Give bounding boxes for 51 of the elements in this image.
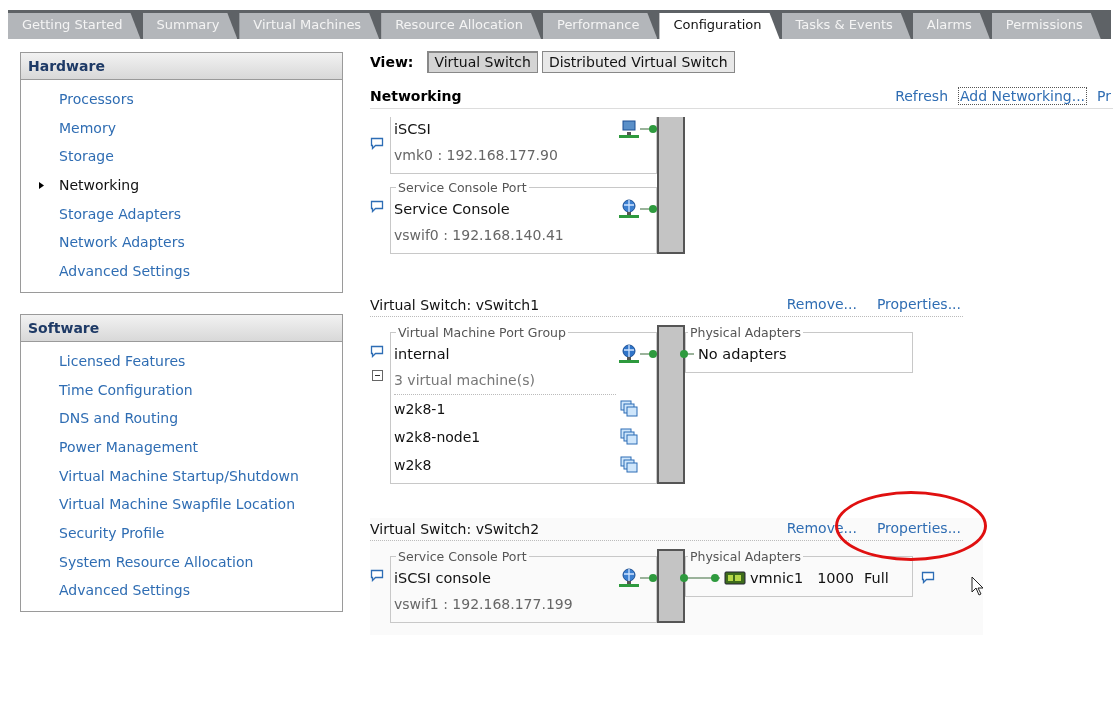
vm-count: 3 virtual machine(s) (394, 372, 535, 388)
port-detail: vmk0 : 192.168.177.90 (394, 146, 559, 165)
sidebar-item[interactable]: Advanced Settings (59, 578, 342, 607)
sidebar-item[interactable]: Virtual Machine Swapfile Location (59, 492, 342, 521)
sidebar-item[interactable]: Time Configuration (59, 377, 342, 407)
sidebar-item[interactable]: Processors (59, 87, 342, 116)
vm-name: w2k8 (394, 457, 432, 473)
sidebar-item[interactable]: Licensed Features (59, 348, 342, 378)
tab[interactable]: Configuration (659, 13, 780, 39)
group-label: Physical Adapters (689, 325, 802, 340)
group-label: Service Console Port (397, 549, 528, 564)
panel-header: Software (21, 314, 342, 342)
sidebar-item[interactable]: Storage Adapters (59, 201, 342, 231)
section-title: Networking (370, 88, 462, 104)
link[interactable]: Pr (1095, 87, 1113, 105)
link[interactable]: Properties... (874, 519, 963, 537)
link[interactable]: Refresh (893, 87, 951, 105)
sidebar-item[interactable]: Networking (59, 173, 342, 202)
port-group-name: internal (394, 346, 450, 362)
port-group-name: Service Console (394, 201, 510, 217)
sidebar-item[interactable]: Storage (59, 144, 342, 174)
port-group-name: iSCSI console (394, 570, 491, 586)
sidebar-item[interactable]: Power Management (59, 434, 342, 464)
sidebar-item[interactable]: Memory (59, 115, 342, 145)
adapter-duplex: Full (864, 570, 889, 586)
group-label: Physical Adapters (689, 549, 802, 564)
sidebar-item[interactable]: System Resource Allocation (59, 549, 342, 579)
link[interactable]: Add Networking... (958, 87, 1088, 105)
link[interactable]: Properties... (874, 295, 963, 313)
group-label: Virtual Machine Port Group (397, 325, 567, 340)
sidebar-item[interactable]: Network Adapters (59, 230, 342, 260)
view-label: View: (370, 54, 414, 70)
adapter-status: No adapters (698, 346, 787, 362)
switch-title: Virtual Switch: vSwitch2 (370, 521, 540, 537)
sidebar-item[interactable]: Security Profile (59, 520, 342, 550)
sidebar-item[interactable]: Virtual Machine Startup/Shutdown (59, 463, 342, 493)
sidebar-item[interactable]: DNS and Routing (59, 406, 342, 435)
link[interactable]: Remove... (784, 295, 859, 313)
port-detail: vswif0 : 192.168.140.41 (394, 226, 565, 245)
adapter-name: vmnic1 (750, 570, 804, 586)
vm-name: w2k8-node1 (394, 429, 481, 445)
view-toggle-button[interactable]: Virtual Switch (427, 51, 538, 73)
panel-header: Hardware (21, 53, 342, 80)
vm-name: w2k8-1 (394, 401, 446, 417)
port-group-name: iSCSI (394, 121, 431, 137)
port-detail: vswif1 : 192.168.177.199 (394, 595, 574, 614)
sidebar-item[interactable]: Advanced Settings (59, 259, 342, 288)
group-label: Service Console Port (397, 180, 528, 195)
switch-title: Virtual Switch: vSwitch1 (370, 297, 540, 313)
adapter-speed: 1000 (817, 570, 855, 586)
view-toggle-button[interactable]: Distributed Virtual Switch (541, 51, 735, 73)
